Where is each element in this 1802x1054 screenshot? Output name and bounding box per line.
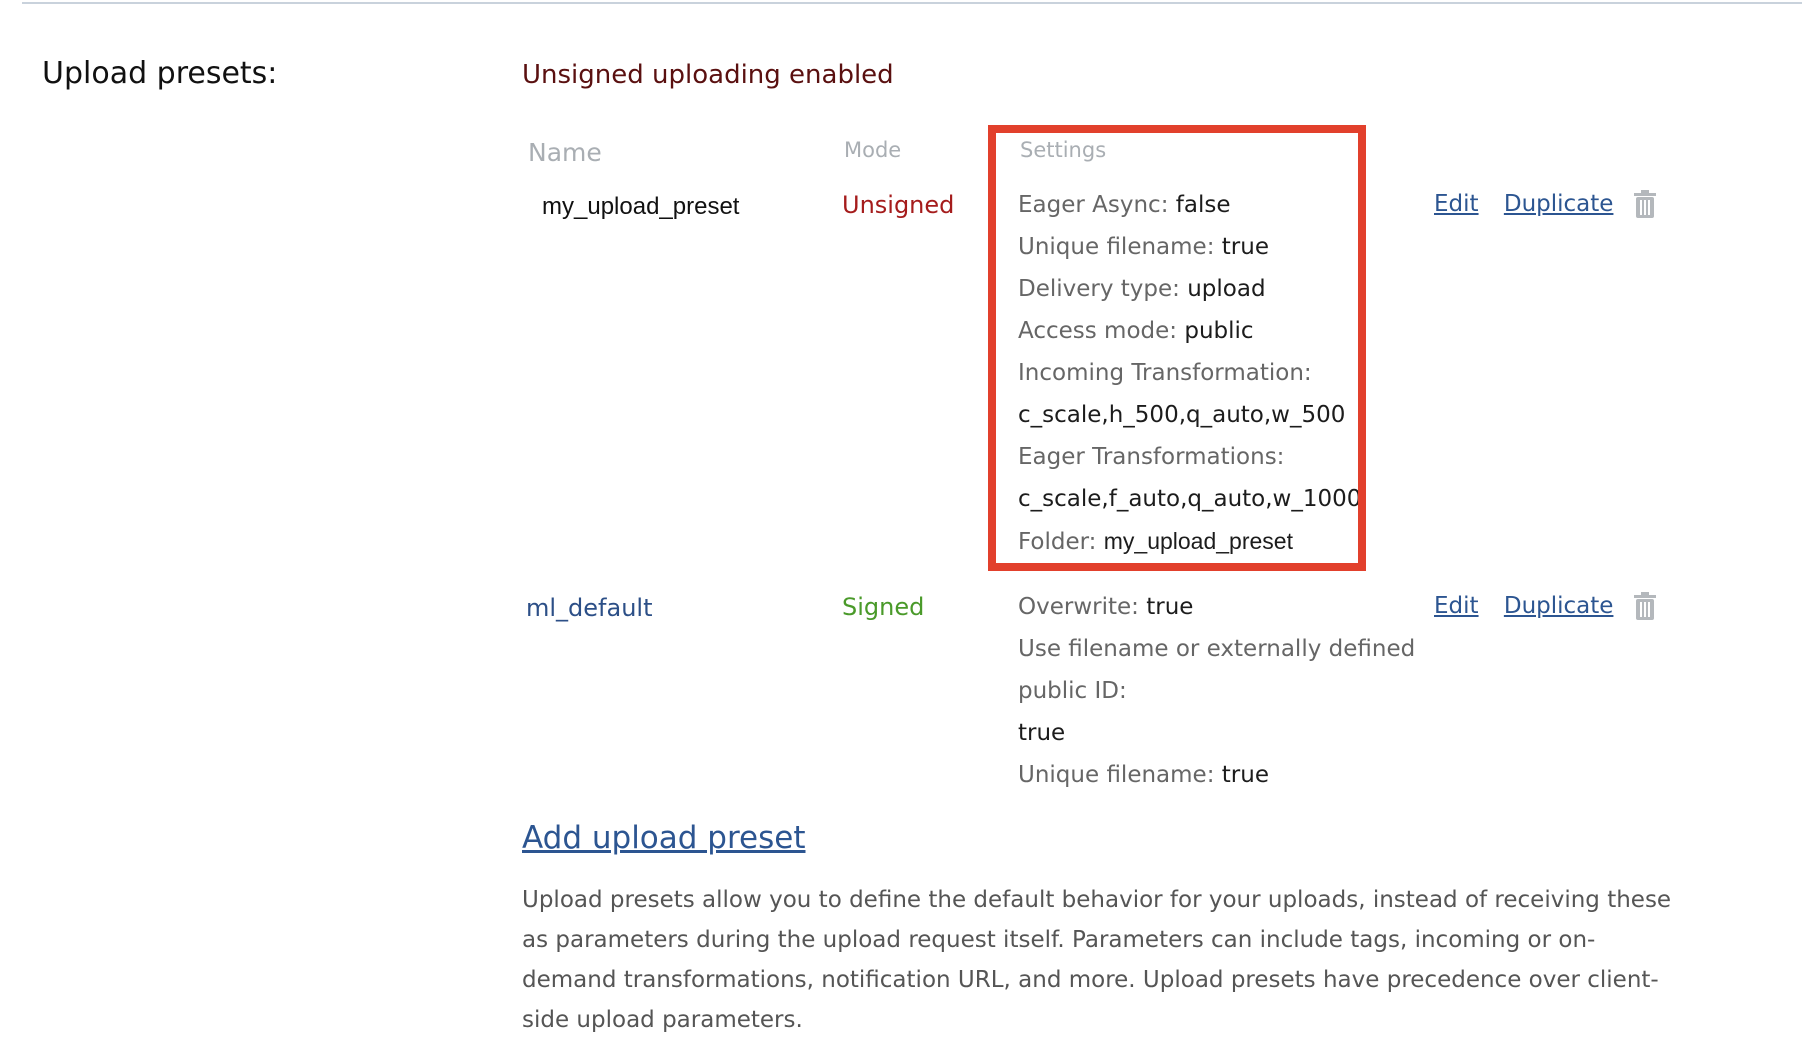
preset-name-ml-default[interactable]: ml_default [526, 594, 653, 622]
section-label: Upload presets: [42, 56, 278, 91]
preset-mode-signed: Signed [842, 593, 925, 621]
setting-key: Overwrite: [1018, 594, 1139, 620]
column-header-mode: Mode [844, 138, 902, 162]
preset-mode-unsigned: Unsigned [842, 191, 955, 219]
setting-item: Use filename or externally defined [1018, 628, 1415, 670]
preset-actions: Edit Duplicate [1434, 593, 1631, 619]
setting-value: true [1221, 762, 1269, 788]
preset-name-my-upload-preset: my_upload_preset [542, 193, 740, 220]
highlight-box [988, 125, 1366, 571]
setting-key: Use filename or externally defined [1018, 636, 1416, 662]
setting-value: true [1018, 720, 1066, 746]
trash-icon[interactable] [1634, 190, 1656, 218]
setting-item: public ID: [1018, 670, 1415, 712]
trash-icon[interactable] [1634, 592, 1656, 620]
setting-item: Unique filename: true [1018, 754, 1415, 796]
column-header-name: Name [528, 138, 602, 167]
preset-actions: Edit Duplicate [1434, 191, 1631, 217]
upload-presets-description: Upload presets allow you to define the d… [522, 887, 1672, 1033]
preset-settings-list: Overwrite: true Use filename or externall… [1018, 586, 1415, 796]
edit-link[interactable]: Edit [1434, 191, 1479, 217]
duplicate-link[interactable]: Duplicate [1504, 191, 1614, 217]
add-upload-preset-link[interactable]: Add upload preset [522, 820, 806, 856]
edit-link[interactable]: Edit [1434, 593, 1479, 619]
setting-value: true [1146, 594, 1194, 620]
setting-key: Unique filename: [1018, 762, 1215, 788]
top-divider [22, 2, 1802, 4]
duplicate-link[interactable]: Duplicate [1504, 593, 1614, 619]
setting-item: true [1018, 712, 1415, 754]
unsigned-status-text: Unsigned uploading enabled [522, 60, 894, 90]
setting-key: public ID: [1018, 678, 1127, 704]
setting-item: Overwrite: true [1018, 586, 1415, 628]
